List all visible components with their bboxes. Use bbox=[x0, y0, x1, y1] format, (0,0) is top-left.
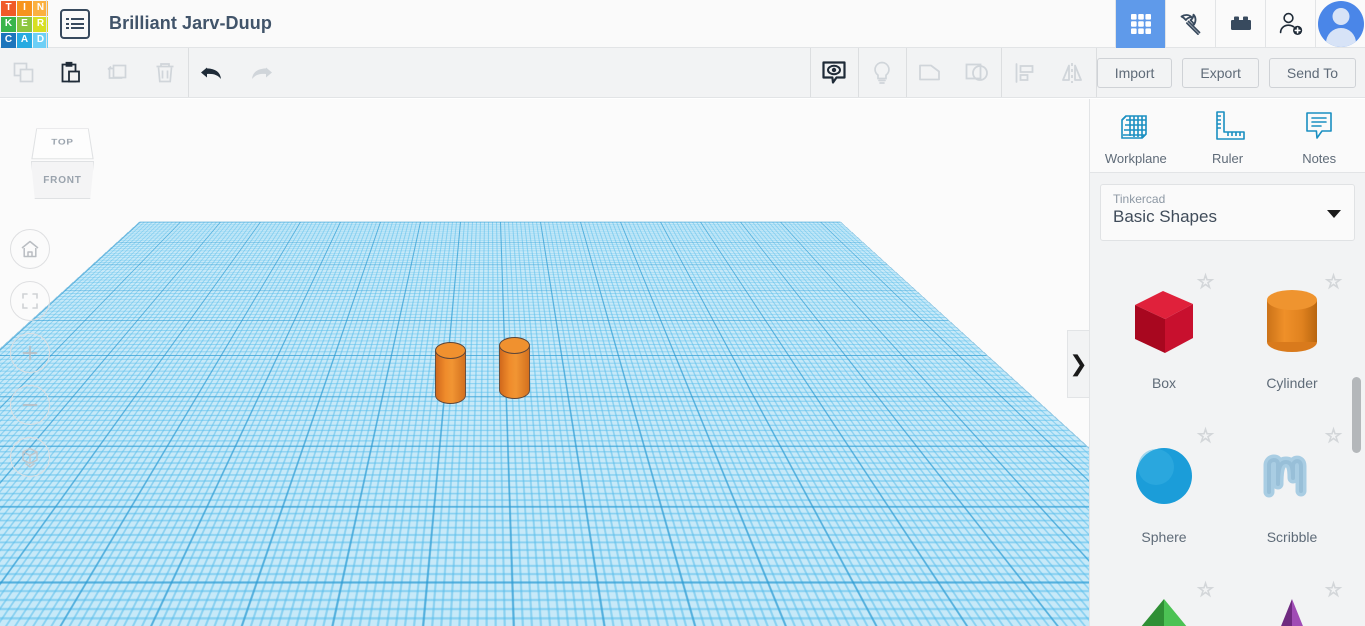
menu-dot bbox=[66, 18, 69, 20]
tinkercad-logo[interactable]: TINKERCAD bbox=[0, 0, 48, 48]
mirror-icon[interactable] bbox=[1049, 48, 1096, 97]
view-cube-front-face[interactable]: FRONT bbox=[31, 161, 94, 199]
menu-dot bbox=[66, 22, 69, 25]
logo-tile-i: I bbox=[17, 0, 32, 16]
duplicate-icon[interactable] bbox=[94, 48, 141, 97]
view-cube-top-face[interactable]: TOP bbox=[31, 128, 94, 160]
import-button[interactable]: Import bbox=[1096, 57, 1173, 88]
shape-thumbnail bbox=[1123, 591, 1205, 626]
shape-item-roof[interactable]: ☆ bbox=[1100, 569, 1228, 626]
copy-icon[interactable] bbox=[0, 48, 47, 97]
menu-line bbox=[71, 18, 84, 20]
roof-shape-icon bbox=[1141, 599, 1187, 626]
align-icon[interactable] bbox=[1002, 48, 1049, 97]
panel-collapse-toggle[interactable]: ❯ bbox=[1067, 330, 1089, 398]
avatar[interactable] bbox=[1317, 0, 1364, 47]
workplane-grid[interactable] bbox=[0, 222, 1089, 626]
delete-icon[interactable] bbox=[141, 48, 188, 97]
logo-tile-t: T bbox=[1, 0, 16, 16]
panel-tools-row: Workplane Ruler Notes bbox=[1090, 99, 1365, 173]
top-bar: TINKERCAD Brilliant Jarv-Duup bbox=[0, 0, 1365, 48]
3d-viewport[interactable]: Workplane TOP FRONT ❯ Edit bbox=[0, 99, 1089, 626]
edit-toolbar: Import Export Send To bbox=[0, 48, 1365, 98]
sphere-shape-icon bbox=[1136, 448, 1192, 504]
logo-tile-a: A bbox=[17, 32, 32, 48]
shape-item-label: Cylinder bbox=[1266, 375, 1318, 391]
cylinder-top bbox=[499, 337, 530, 354]
paste-icon[interactable] bbox=[47, 48, 94, 97]
brick-icon[interactable] bbox=[1215, 0, 1265, 48]
add-person-icon[interactable] bbox=[1265, 0, 1315, 48]
lightbulb-icon[interactable] bbox=[859, 48, 906, 97]
shape-item-label: Sphere bbox=[1141, 529, 1187, 545]
shape-item-sphere[interactable]: ☆ Sphere bbox=[1100, 415, 1228, 569]
group-icon[interactable] bbox=[907, 48, 954, 97]
view-cube[interactable]: TOP FRONT bbox=[23, 119, 101, 207]
shape-thumbnail bbox=[1251, 437, 1333, 515]
fit-to-view-icon[interactable] bbox=[10, 281, 50, 321]
shape-item-cone[interactable]: ☆ bbox=[1228, 569, 1356, 626]
shape-library-value: Basic Shapes bbox=[1113, 207, 1217, 226]
box-shape-icon bbox=[1135, 291, 1193, 353]
shape-item-label: Box bbox=[1151, 375, 1177, 391]
avatar-body bbox=[1325, 27, 1356, 47]
perspective-toggle-icon[interactable] bbox=[10, 437, 50, 477]
menu-line bbox=[71, 22, 84, 25]
undo-icon[interactable] bbox=[189, 48, 236, 97]
logo-tile-c: C bbox=[1, 32, 16, 48]
logo-tile-e: E bbox=[17, 16, 32, 32]
zoom-out-icon[interactable] bbox=[10, 385, 50, 425]
shape-item-scribble[interactable]: ☆ Scribble bbox=[1228, 415, 1356, 569]
pickaxe-icon[interactable] bbox=[1165, 0, 1215, 48]
visibility-callout-icon[interactable] bbox=[811, 48, 858, 97]
notes-tool-label: Notes bbox=[1302, 150, 1337, 166]
shape-item-box[interactable]: ☆ Box bbox=[1100, 261, 1228, 415]
menu-lines bbox=[66, 16, 84, 32]
redo-icon[interactable] bbox=[236, 48, 283, 97]
workplane-scene: Workplane bbox=[0, 99, 1089, 626]
page-title: Brilliant Jarv-Duup bbox=[109, 13, 272, 33]
chevron-down-icon[interactable] bbox=[1327, 210, 1341, 218]
export-button[interactable]: Export bbox=[1182, 57, 1259, 88]
shape-grid: ☆ Box ☆ Cylinder ☆ Sphere ☆ Scribble ☆ ☆ bbox=[1090, 255, 1365, 626]
scribble-shape-icon bbox=[1263, 454, 1307, 498]
cone-shape-icon bbox=[1281, 599, 1303, 626]
shapes-panel: Workplane Ruler Notes Tinkercad Basic Sh… bbox=[1089, 99, 1365, 626]
menu-dot bbox=[66, 27, 69, 29]
top-bar-right-group bbox=[1115, 0, 1365, 48]
shape-thumbnail bbox=[1251, 283, 1333, 361]
home-view-icon[interactable] bbox=[10, 229, 50, 269]
send-to-button[interactable]: Send To bbox=[1268, 57, 1356, 88]
logo-divider bbox=[46, 0, 47, 48]
ruler-icon bbox=[1215, 110, 1245, 140]
shape-library-select[interactable]: Tinkercad Basic Shapes bbox=[1100, 184, 1355, 241]
shape-item-label: Scribble bbox=[1266, 529, 1318, 545]
list-menu-icon[interactable] bbox=[60, 8, 90, 39]
shape-library-group-label: Tinkercad bbox=[1113, 192, 1166, 206]
ruler-tool[interactable]: Ruler bbox=[1182, 99, 1274, 172]
notes-icon bbox=[1306, 111, 1332, 139]
shape-thumbnail bbox=[1251, 591, 1333, 626]
cylinder-top bbox=[435, 342, 466, 359]
avatar-head bbox=[1332, 7, 1349, 25]
shape-panel-scrollbar[interactable] bbox=[1352, 377, 1361, 453]
ungroup-icon[interactable] bbox=[954, 48, 1001, 97]
file-actions-group: Import Export Send To bbox=[1096, 48, 1365, 97]
workplane-tool[interactable]: Workplane bbox=[1090, 99, 1182, 172]
shape-item-cylinder[interactable]: ☆ Cylinder bbox=[1228, 261, 1356, 415]
workplane-icon bbox=[1121, 114, 1147, 139]
notes-tool[interactable]: Notes bbox=[1273, 99, 1365, 172]
shape-thumbnail bbox=[1123, 437, 1205, 515]
logo-tile-k: K bbox=[1, 16, 16, 32]
workplane-tool-label: Workplane bbox=[1104, 150, 1167, 166]
ruler-tool-label: Ruler bbox=[1211, 150, 1244, 166]
avatar-cell[interactable] bbox=[1315, 0, 1365, 48]
zoom-in-icon[interactable] bbox=[10, 333, 50, 373]
apps-grid-icon[interactable] bbox=[1115, 0, 1165, 48]
menu-line bbox=[71, 27, 84, 29]
cylinder-shape-icon bbox=[1267, 290, 1317, 352]
shape-thumbnail bbox=[1123, 283, 1205, 361]
